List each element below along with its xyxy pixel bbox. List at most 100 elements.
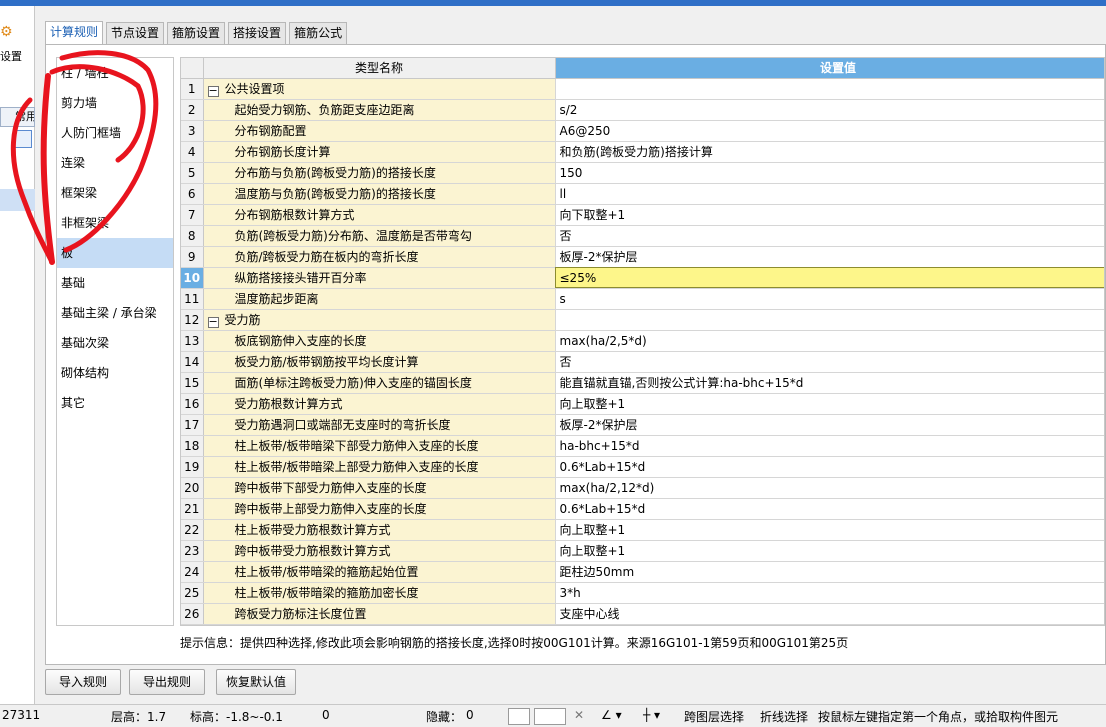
row-number[interactable]: 4 (181, 141, 204, 163)
category-item[interactable]: 连梁 (57, 148, 173, 178)
row-type-name[interactable]: 温度筋起步距离 (203, 288, 556, 310)
tab-calc-rules[interactable]: 计算规则 (45, 21, 104, 44)
table-row[interactable]: 11 温度筋起步距离 s (181, 288, 1104, 310)
row-number[interactable]: 20 (181, 477, 204, 499)
gear-icon[interactable]: ⚙ (0, 24, 12, 40)
row-setting-value[interactable]: A6@250 (555, 120, 1104, 142)
common-tab[interactable]: 常用 (0, 107, 35, 127)
table-row[interactable]: 9 负筋/跨板受力筋在板内的弯折长度 板厚-2*保护层 (181, 246, 1104, 268)
table-row[interactable]: 21 跨中板带上部受力筋伸入支座的长度 0.6*Lab+15*d (181, 498, 1104, 520)
table-row[interactable]: 19 柱上板带/板带暗梁上部受力筋伸入支座的长度 0.6*Lab+15*d (181, 456, 1104, 478)
row-setting-value[interactable]: max(ha/2,5*d) (555, 330, 1104, 352)
row-type-name[interactable]: 面筋(单标注跨板受力筋)伸入支座的锚固长度 (203, 372, 556, 394)
row-setting-value[interactable]: 向上取整+1 (555, 393, 1104, 415)
table-row[interactable]: 6 温度筋与负筋(跨板受力筋)的搭接长度 ll (181, 183, 1104, 205)
tab-stirrup-formula[interactable]: 箍筋公式 (289, 22, 348, 44)
row-type-name[interactable]: − 受力筋 (203, 309, 556, 331)
row-type-name[interactable]: 柱上板带受力筋根数计算方式 (203, 519, 556, 541)
tab-node-settings[interactable]: 节点设置 (106, 22, 165, 44)
row-type-name[interactable]: 板底钢筋伸入支座的长度 (203, 330, 556, 352)
row-setting-value[interactable] (555, 78, 1104, 100)
row-number[interactable]: 22 (181, 519, 204, 541)
row-number[interactable]: 21 (181, 498, 204, 520)
row-setting-value[interactable]: 150 (555, 162, 1104, 184)
row-setting-value[interactable]: 否 (555, 225, 1104, 247)
row-number[interactable]: 23 (181, 540, 204, 562)
table-row[interactable]: 23 跨中板带受力筋根数计算方式 向上取整+1 (181, 540, 1104, 562)
table-row[interactable]: 24 柱上板带/板带暗梁的箍筋起始位置 距柱边50mm (181, 561, 1104, 583)
row-number[interactable]: 24 (181, 561, 204, 583)
tab-lap-settings[interactable]: 搭接设置 (228, 22, 287, 44)
collapse-toggle-icon[interactable]: − (207, 85, 219, 97)
row-number[interactable]: 14 (181, 351, 204, 373)
row-number[interactable]: 5 (181, 162, 204, 184)
table-row[interactable]: 26 跨板受力筋标注长度位置 支座中心线 (181, 603, 1104, 625)
row-setting-value[interactable]: ha-bhc+15*d (555, 435, 1104, 457)
table-row[interactable]: 10 纵筋搭接接头错开百分率 ≤25% (181, 267, 1104, 289)
category-item[interactable]: 基础主梁 / 承台梁 (57, 298, 173, 328)
category-item[interactable]: 框架梁 (57, 178, 173, 208)
category-item[interactable]: 柱 / 墙柱 (57, 58, 173, 88)
row-number[interactable]: 26 (181, 603, 204, 625)
row-type-name[interactable]: 分布钢筋根数计算方式 (203, 204, 556, 226)
row-setting-value[interactable]: 3*h (555, 582, 1104, 604)
row-type-name[interactable]: 板受力筋/板带钢筋按平均长度计算 (203, 351, 556, 373)
row-number[interactable]: 9 (181, 246, 204, 268)
row-number[interactable]: 11 (181, 288, 204, 310)
group-row[interactable]: 1− 公共设置项 (181, 78, 1104, 100)
row-setting-value[interactable]: ll (555, 183, 1104, 205)
table-row[interactable]: 14 板受力筋/板带钢筋按平均长度计算 否 (181, 351, 1104, 373)
row-type-name[interactable]: 负筋(跨板受力筋)分布筋、温度筋是否带弯勾 (203, 225, 556, 247)
row-number[interactable]: 25 (181, 582, 204, 604)
row-number[interactable]: 16 (181, 393, 204, 415)
table-row[interactable]: 15 面筋(单标注跨板受力筋)伸入支座的锚固长度 能直锚就直锚,否则按公式计算:ha… (181, 372, 1104, 394)
table-row[interactable]: 16 受力筋根数计算方式 向上取整+1 (181, 393, 1104, 415)
row-setting-value[interactable]: 板厚-2*保护层 (555, 246, 1104, 268)
category-item[interactable]: 基础 (57, 268, 173, 298)
category-item[interactable]: 砌体结构 (57, 358, 173, 388)
row-number[interactable]: 19 (181, 456, 204, 478)
import-rules-button[interactable]: 导入规则 (45, 669, 121, 695)
row-type-name[interactable]: − 公共设置项 (203, 78, 556, 100)
row-setting-value[interactable]: 0.6*Lab+15*d (555, 498, 1104, 520)
row-setting-value[interactable]: 和负筋(跨板受力筋)搭接计算 (555, 141, 1104, 163)
row-number[interactable]: 7 (181, 204, 204, 226)
row-type-name[interactable]: 温度筋与负筋(跨板受力筋)的搭接长度 (203, 183, 556, 205)
row-setting-value[interactable]: 向下取整+1 (555, 204, 1104, 226)
row-number[interactable]: 17 (181, 414, 204, 436)
row-number[interactable]: 3 (181, 120, 204, 142)
category-item[interactable]: 基础次梁 (57, 328, 173, 358)
row-setting-value[interactable]: s (555, 288, 1104, 310)
row-number[interactable]: 2 (181, 99, 204, 121)
header-type-name[interactable]: 类型名称 (203, 58, 556, 79)
table-row[interactable]: 20 跨中板带下部受力筋伸入支座的长度 max(ha/2,12*d) (181, 477, 1104, 499)
table-row[interactable]: 25 柱上板带/板带暗梁的箍筋加密长度 3*h (181, 582, 1104, 604)
collapse-toggle-icon[interactable]: − (207, 316, 219, 328)
row-type-name[interactable]: 柱上板带/板带暗梁的箍筋加密长度 (203, 582, 556, 604)
category-item[interactable]: 剪力墙 (57, 88, 173, 118)
row-setting-value[interactable]: 距柱边50mm (555, 561, 1104, 583)
table-row[interactable]: 17 受力筋遇洞口或端部无支座时的弯折长度 板厚-2*保护层 (181, 414, 1104, 436)
tab-stirrup-settings[interactable]: 箍筋设置 (167, 22, 226, 44)
row-number[interactable]: 18 (181, 435, 204, 457)
row-number[interactable]: 1 (181, 78, 204, 100)
row-setting-value[interactable]: 0.6*Lab+15*d (555, 456, 1104, 478)
row-type-name[interactable]: 受力筋根数计算方式 (203, 393, 556, 415)
restore-defaults-button[interactable]: 恢复默认值 (216, 669, 296, 695)
category-item[interactable]: 人防门框墙 (57, 118, 173, 148)
row-type-name[interactable]: 负筋/跨板受力筋在板内的弯折长度 (203, 246, 556, 268)
row-setting-value[interactable]: 向上取整+1 (555, 540, 1104, 562)
row-number[interactable]: 13 (181, 330, 204, 352)
category-item[interactable]: 非框架梁 (57, 208, 173, 238)
row-number[interactable]: 15 (181, 372, 204, 394)
row-type-name[interactable]: 纵筋搭接接头错开百分率 (203, 267, 556, 289)
table-row[interactable]: 13 板底钢筋伸入支座的长度 max(ha/2,5*d) (181, 330, 1104, 352)
row-setting-value[interactable]: max(ha/2,12*d) (555, 477, 1104, 499)
row-type-name[interactable]: 起始受力钢筋、负筋距支座边距离 (203, 99, 556, 121)
select-box-icon[interactable] (534, 708, 566, 725)
table-row[interactable]: 7 分布钢筋根数计算方式 向下取整+1 (181, 204, 1104, 226)
angle-icon[interactable]: ∠ ▾ (601, 708, 622, 722)
row-number[interactable]: 6 (181, 183, 204, 205)
row-type-name[interactable]: 跨中板带上部受力筋伸入支座的长度 (203, 498, 556, 520)
category-item[interactable]: 其它 (57, 388, 173, 418)
